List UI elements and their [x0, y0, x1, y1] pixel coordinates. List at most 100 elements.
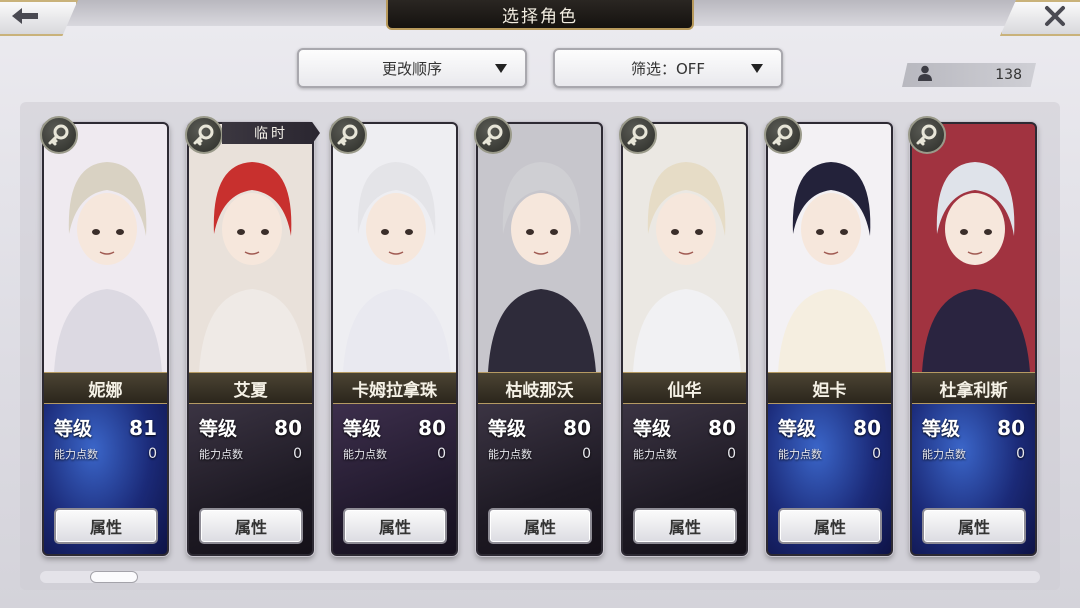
ability-points-value: 0	[148, 446, 157, 462]
character-name: 妲卡	[768, 372, 891, 404]
character-count-value: 138	[995, 67, 1022, 83]
level-label: 等级	[778, 418, 817, 440]
close-x-icon	[1044, 5, 1066, 31]
level-row: 等级 81	[54, 414, 157, 441]
level-value: 80	[708, 415, 736, 440]
level-label: 等级	[633, 418, 672, 440]
attribute-button[interactable]: 属性	[778, 508, 882, 544]
level-row: 等级 80	[778, 414, 881, 441]
attribute-button-label: 属性	[523, 518, 556, 537]
ability-points-label: 能力点数	[922, 448, 966, 461]
points-row: 能力点数 0	[488, 446, 591, 462]
level-value: 81	[129, 415, 157, 440]
character-name: 艾夏	[189, 372, 312, 404]
filter-dropdown-label: 筛选：OFF	[630, 59, 706, 78]
arrow-left-icon	[10, 6, 40, 30]
ability-points-value: 0	[872, 446, 881, 462]
page-title-text: 选择角色	[502, 6, 578, 27]
character-name: 杜拿利斯	[912, 372, 1035, 404]
attribute-button[interactable]: 属性	[343, 508, 447, 544]
level-value: 80	[274, 415, 302, 440]
level-row: 等级 80	[343, 414, 446, 441]
ability-points-label: 能力点数	[778, 448, 822, 461]
level-value: 80	[853, 415, 881, 440]
character-portrait	[768, 124, 891, 372]
order-dropdown-label: 更改顺序	[381, 59, 442, 78]
points-row: 能力点数 0	[633, 446, 736, 462]
character-stats: 等级 80 能力点数 0 属性	[912, 404, 1035, 554]
person-icon	[918, 65, 932, 85]
character-name: 卡姆拉拿珠	[333, 372, 456, 404]
page-title: 选择角色	[386, 0, 694, 30]
points-row: 能力点数 0	[778, 446, 881, 462]
level-label: 等级	[488, 418, 527, 440]
character-portrait	[912, 124, 1035, 372]
key-icon	[764, 116, 802, 154]
character-card[interactable]: 枯岐那沃等级 80 能力点数 0 属性	[476, 122, 603, 556]
character-count: 138	[902, 63, 1036, 87]
character-name: 枯岐那沃	[478, 372, 601, 404]
scrollbar-thumb[interactable]	[90, 571, 138, 583]
level-value: 80	[563, 415, 591, 440]
attribute-button-label: 属性	[813, 518, 846, 537]
order-dropdown[interactable]: 更改顺序	[297, 48, 527, 88]
level-label: 等级	[54, 418, 93, 440]
character-stats: 等级 80 能力点数 0 属性	[189, 404, 312, 554]
ability-points-value: 0	[727, 446, 736, 462]
character-card[interactable]: 妲卡等级 80 能力点数 0 属性	[766, 122, 893, 556]
level-row: 等级 80	[199, 414, 302, 441]
level-label: 等级	[343, 418, 382, 440]
filter-dropdown[interactable]: 筛选：OFF	[553, 48, 783, 88]
ability-points-value: 0	[1016, 446, 1025, 462]
points-row: 能力点数 0	[343, 446, 446, 462]
character-portrait	[189, 124, 312, 372]
level-value: 80	[418, 415, 446, 440]
key-icon	[185, 116, 223, 154]
attribute-button[interactable]: 属性	[54, 508, 158, 544]
attribute-button-label: 属性	[668, 518, 701, 537]
character-portrait	[333, 124, 456, 372]
character-stats: 等级 81 能力点数 0 属性	[44, 404, 167, 554]
key-icon	[329, 116, 367, 154]
character-card[interactable]: 妮娜等级 81 能力点数 0 属性	[42, 122, 169, 556]
character-card[interactable]: 仙华等级 80 能力点数 0 属性	[621, 122, 748, 556]
character-stats: 等级 80 能力点数 0 属性	[333, 404, 456, 554]
character-stats: 等级 80 能力点数 0 属性	[768, 404, 891, 554]
key-icon	[908, 116, 946, 154]
character-card[interactable]: 艾夏等级 80 能力点数 0 属性	[187, 122, 314, 556]
temporary-tag-text: 临时	[254, 126, 288, 142]
level-label: 等级	[922, 418, 961, 440]
key-icon	[474, 116, 512, 154]
attribute-button[interactable]: 属性	[199, 508, 303, 544]
character-portrait	[623, 124, 746, 372]
horizontal-scrollbar[interactable]	[40, 571, 1040, 583]
key-icon	[40, 116, 78, 154]
character-name: 妮娜	[44, 372, 167, 404]
ability-points-label: 能力点数	[54, 448, 98, 461]
ability-points-label: 能力点数	[633, 448, 677, 461]
level-label: 等级	[199, 418, 238, 440]
points-row: 能力点数 0	[922, 446, 1025, 462]
character-stats: 等级 80 能力点数 0 属性	[478, 404, 601, 554]
key-icon	[619, 116, 657, 154]
ability-points-label: 能力点数	[199, 448, 243, 461]
caret-down-icon	[495, 64, 507, 73]
attribute-button[interactable]: 属性	[488, 508, 592, 544]
attribute-button[interactable]: 属性	[922, 508, 1026, 544]
attribute-button[interactable]: 属性	[633, 508, 737, 544]
attribute-button-label: 属性	[957, 518, 990, 537]
character-name: 仙华	[623, 372, 746, 404]
level-row: 等级 80	[922, 414, 1025, 441]
ability-points-value: 0	[437, 446, 446, 462]
character-stats: 等级 80 能力点数 0 属性	[623, 404, 746, 554]
ability-points-label: 能力点数	[343, 448, 387, 461]
ability-points-value: 0	[582, 446, 591, 462]
character-portrait	[478, 124, 601, 372]
attribute-button-label: 属性	[89, 518, 122, 537]
level-row: 等级 80	[488, 414, 591, 441]
back-button[interactable]	[0, 0, 78, 36]
points-row: 能力点数 0	[199, 446, 302, 462]
caret-down-icon	[751, 64, 763, 73]
character-card[interactable]: 杜拿利斯等级 80 能力点数 0 属性	[910, 122, 1037, 556]
character-card[interactable]: 卡姆拉拿珠等级 80 能力点数 0 属性	[331, 122, 458, 556]
